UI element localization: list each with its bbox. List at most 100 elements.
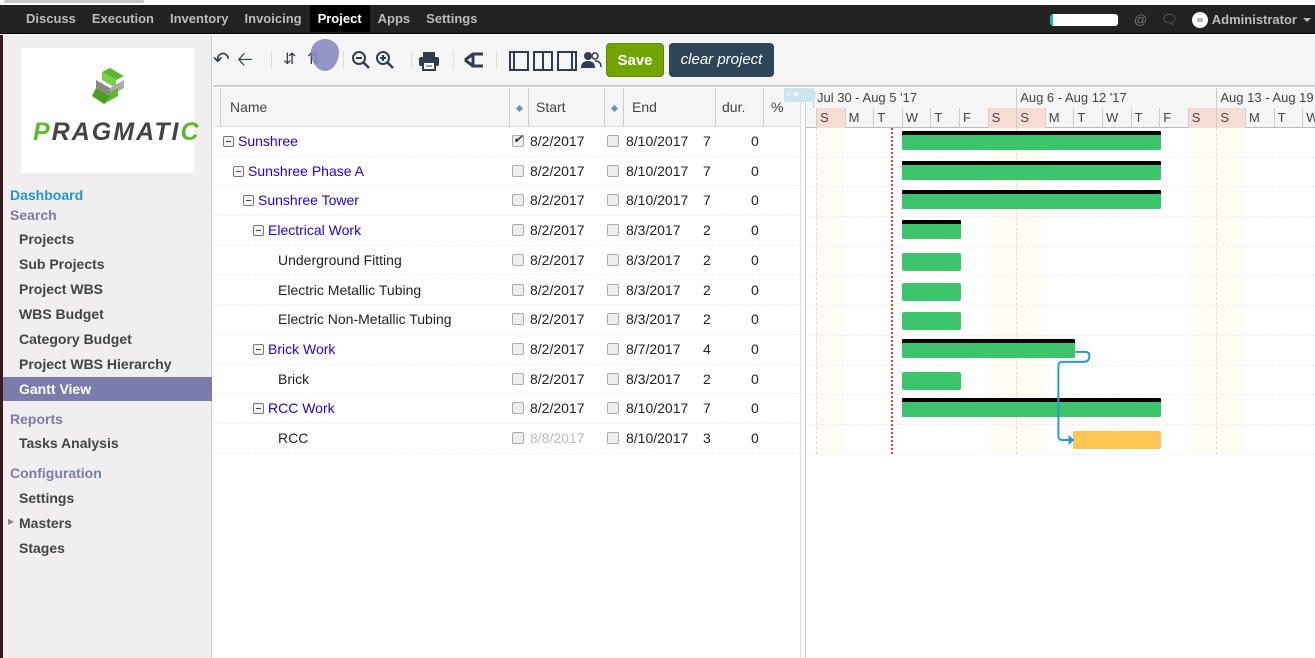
task-name-cell[interactable]: Sunshree Tower: [243, 186, 359, 215]
collapse-icon[interactable]: [253, 225, 264, 237]
end-milestone-checkbox[interactable]: [607, 372, 619, 385]
end-milestone-checkbox[interactable]: [607, 135, 619, 147]
start-milestone-checkbox[interactable]: [512, 194, 524, 207]
task-name-cell[interactable]: Brick Work: [253, 335, 335, 364]
end-milestone-checkbox[interactable]: [607, 164, 619, 177]
end-date[interactable]: 8/10/2017: [626, 394, 688, 423]
end-date[interactable]: 8/3/2017: [626, 246, 681, 275]
table-row[interactable]: Electrical Work 8/2/2017 8/3/2017 2 0: [213, 216, 800, 246]
progress[interactable]: 0: [751, 246, 759, 275]
clear-project-button[interactable]: clear project: [669, 43, 774, 77]
table-row[interactable]: Electric Non-Metallic Tubing 8/2/2017 8/3/…: [213, 305, 800, 335]
end-date[interactable]: 8/10/2017: [626, 157, 688, 186]
sidebar-item-settings[interactable]: Settings: [3, 486, 212, 510]
right-panel-icon[interactable]: [557, 51, 577, 71]
task-name[interactable]: Electrical Work: [268, 222, 361, 238]
progress[interactable]: 0: [751, 335, 759, 364]
end-milestone-checkbox[interactable]: [607, 402, 619, 415]
progress[interactable]: 0: [751, 365, 759, 394]
progress[interactable]: 0: [751, 216, 759, 245]
nav-project[interactable]: Project: [309, 5, 370, 32]
end-date[interactable]: 8/3/2017: [626, 365, 681, 394]
table-row[interactable]: RCC Work 8/2/2017 8/10/2017 7 0: [213, 394, 800, 424]
start-date[interactable]: 8/2/2017: [530, 216, 585, 245]
end-milestone-checkbox[interactable]: [607, 224, 619, 237]
duration[interactable]: 2: [703, 276, 711, 305]
start-milestone-checkbox[interactable]: [512, 164, 524, 177]
start-date[interactable]: 8/2/2017: [530, 127, 585, 156]
progress[interactable]: 0: [751, 305, 759, 334]
task-name[interactable]: RCC Work: [268, 400, 335, 416]
nav-execution[interactable]: Execution: [84, 5, 162, 32]
table-row[interactable]: Sunshree Phase A 8/2/2017 8/10/2017 7 0: [213, 157, 800, 187]
duration[interactable]: 7: [703, 186, 711, 215]
dependency-link[interactable]: [806, 88, 1315, 488]
start-milestone-checkbox[interactable]: [512, 132, 524, 147]
table-row[interactable]: Electric Metallic Tubing 8/2/2017 8/3/2017…: [213, 276, 800, 306]
start-date[interactable]: 8/2/2017: [530, 276, 585, 305]
table-row[interactable]: RCC 8/8/2017 8/10/2017 3 0: [213, 424, 800, 454]
sidebar-item-tasks-analysis[interactable]: Tasks Analysis: [3, 431, 212, 455]
split-panel-icon[interactable]: [533, 51, 553, 71]
start-milestone-checkbox[interactable]: [512, 342, 524, 355]
table-row[interactable]: Underground Fitting 8/2/2017 8/3/2017 2 0: [213, 246, 800, 276]
task-name-cell[interactable]: Sunshree Phase A: [233, 157, 364, 186]
task-name-cell[interactable]: Sunshree: [223, 127, 298, 156]
duration[interactable]: 7: [703, 127, 711, 156]
end-milestone-checkbox[interactable]: [607, 283, 619, 296]
task-name[interactable]: Sunshree Tower: [258, 192, 359, 208]
zoom-out-icon[interactable]: [351, 50, 371, 70]
end-date[interactable]: 8/10/2017: [626, 186, 688, 215]
column-start[interactable]: Start: [529, 88, 605, 127]
start-milestone-checkbox[interactable]: [512, 283, 524, 296]
start-milestone-checkbox[interactable]: [512, 402, 524, 415]
end-milestone-column[interactable]: [605, 88, 624, 127]
back-arrow-icon[interactable]: 🡠: [237, 49, 253, 71]
start-date[interactable]: 8/2/2017: [530, 305, 585, 334]
column-name[interactable]: Name: [221, 88, 510, 127]
print-icon[interactable]: [418, 51, 440, 71]
progress[interactable]: 0: [751, 394, 759, 423]
start-date[interactable]: 8/8/2017: [530, 424, 585, 453]
progress[interactable]: 0: [751, 157, 759, 186]
sidebar-item-project-wbs-hierarchy[interactable]: Project WBS Hierarchy: [3, 352, 212, 376]
start-date[interactable]: 8/2/2017: [530, 246, 585, 275]
task-name-cell[interactable]: RCC Work: [253, 394, 335, 423]
nav-inventory[interactable]: Inventory: [162, 5, 237, 32]
column-duration[interactable]: dur.: [716, 88, 764, 127]
expand-arrow-icon[interactable]: ▶: [8, 517, 14, 526]
at-icon[interactable]: @: [1134, 12, 1147, 27]
start-milestone-checkbox[interactable]: [512, 313, 524, 326]
collapse-icon[interactable]: [223, 136, 234, 147]
end-milestone-checkbox[interactable]: [607, 432, 619, 444]
start-date[interactable]: 8/2/2017: [530, 394, 585, 423]
start-milestone-checkbox[interactable]: [512, 432, 524, 444]
start-milestone-checkbox[interactable]: [512, 372, 524, 385]
sidebar-item-stages[interactable]: Stages: [3, 536, 212, 560]
nav-invoicing[interactable]: Invoicing: [237, 5, 310, 32]
progress[interactable]: 0: [751, 127, 759, 156]
company-logo[interactable]: PRAGMATIC: [21, 48, 199, 173]
sidebar-item-masters[interactable]: Masters: [3, 511, 212, 535]
start-milestone-checkbox[interactable]: [512, 253, 524, 266]
start-milestone-checkbox[interactable]: [512, 224, 524, 237]
sidebar-item-sub-projects[interactable]: Sub Projects: [3, 252, 212, 276]
sidebar-section-dashboard[interactable]: Dashboard: [10, 187, 83, 203]
sidebar-item-projects[interactable]: Projects: [3, 227, 212, 251]
duration[interactable]: 2: [703, 365, 711, 394]
end-milestone-checkbox[interactable]: [607, 253, 619, 266]
duration[interactable]: 2: [703, 216, 711, 245]
end-milestone-checkbox[interactable]: [607, 313, 619, 326]
progress[interactable]: 0: [751, 276, 759, 305]
column-end[interactable]: End: [624, 88, 716, 127]
user-menu[interactable]: Administrator: [1191, 11, 1311, 28]
sidebar-item-category-budget[interactable]: Category Budget: [3, 327, 212, 351]
collapse-icon[interactable]: [233, 165, 244, 177]
left-panel-icon[interactable]: [509, 51, 529, 71]
expand-all-icon[interactable]: ⇵: [283, 49, 296, 71]
save-button[interactable]: Save: [606, 43, 664, 77]
gantt-scroll-handle[interactable]: ‹ ●: [784, 88, 816, 102]
start-date[interactable]: 8/2/2017: [530, 186, 585, 215]
collapse-icon[interactable]: [243, 195, 254, 207]
end-milestone-checkbox[interactable]: [607, 194, 619, 207]
